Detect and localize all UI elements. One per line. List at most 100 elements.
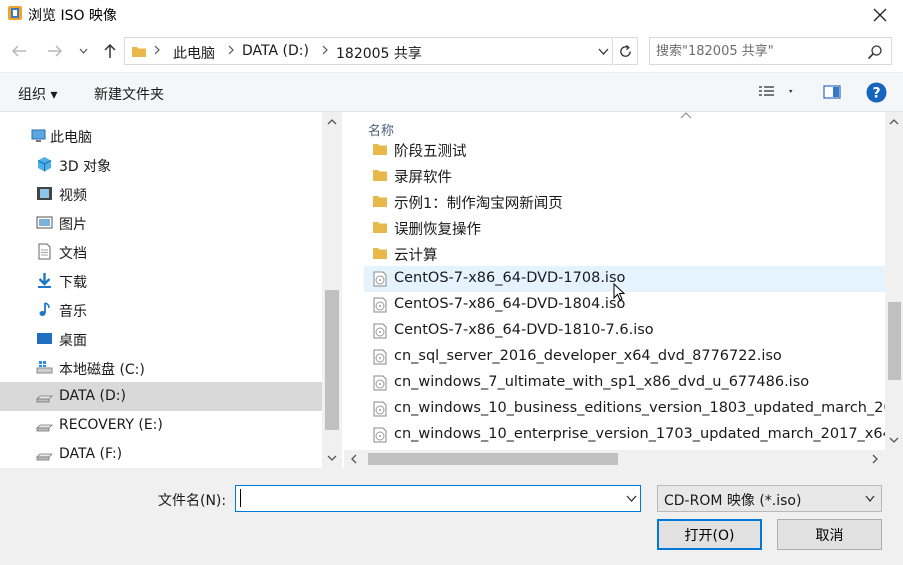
file-name: 误删恢复操作 xyxy=(394,222,481,238)
computer-icon xyxy=(31,129,46,142)
disc-image-icon xyxy=(373,375,387,391)
forward-button[interactable] xyxy=(44,40,66,62)
nav-label: 下载 xyxy=(59,275,87,291)
file-list: 名称 阶段五测试 录屏软件 示例1：制作淘宝网新闻页 误删恢复操作 云计算 Ce… xyxy=(344,112,885,450)
scroll-up-button[interactable] xyxy=(884,113,903,131)
breadcrumb-data-d[interactable]: DATA (D:) xyxy=(242,43,309,59)
open-button[interactable]: 打开(O) xyxy=(657,519,762,550)
list-item[interactable]: 云计算 xyxy=(364,240,885,266)
title-bar: 浏览 ISO 映像 xyxy=(0,0,903,30)
chevron-down-icon xyxy=(865,495,875,503)
file-type-select[interactable]: CD-ROM 映像 (*.iso) xyxy=(657,485,882,512)
search-input[interactable] xyxy=(656,41,856,61)
view-options-button[interactable] xyxy=(758,85,794,103)
list-item[interactable]: cn_windows_10_enterprise_version_1703_up… xyxy=(364,422,885,448)
list-item[interactable]: 示例1：制作淘宝网新闻页 xyxy=(364,188,885,214)
refresh-button[interactable] xyxy=(614,37,638,65)
help-icon: ? xyxy=(866,82,887,103)
up-button[interactable] xyxy=(99,40,121,62)
nav-item-desktop[interactable]: 桌面 xyxy=(0,324,322,353)
chevron-down-icon xyxy=(598,48,608,55)
chevron-right-icon xyxy=(872,454,878,464)
nav-item-this-pc[interactable]: 此电脑 xyxy=(0,121,322,150)
scroll-left-button[interactable] xyxy=(344,450,364,468)
nav-label: DATA (F:) xyxy=(59,446,123,462)
nav-item-drive-c[interactable]: 本地磁盘 (C:) xyxy=(0,353,322,382)
window-title: 浏览 ISO 映像 xyxy=(28,8,117,24)
help-button[interactable]: ? xyxy=(866,82,887,107)
organize-button[interactable]: 组织 ▾ xyxy=(18,84,57,104)
scroll-down-button[interactable] xyxy=(884,431,903,449)
file-name: cn_windows_10_enterprise_version_1703_up… xyxy=(394,426,885,442)
new-folder-button[interactable]: 新建文件夹 xyxy=(94,84,164,104)
drive-icon xyxy=(36,453,53,461)
list-item[interactable]: 录屏软件 xyxy=(364,162,885,188)
list-item[interactable]: 阶段五测试 xyxy=(364,136,885,162)
breadcrumb-this-pc[interactable]: 此电脑 xyxy=(173,43,215,63)
chevron-down-icon xyxy=(626,495,636,502)
disc-image-icon xyxy=(373,349,387,365)
folder-icon xyxy=(373,196,387,207)
nav-label: 文档 xyxy=(59,246,87,262)
nav-item-videos[interactable]: 视频 xyxy=(0,179,322,208)
file-list-vertical-scrollbar-thumb[interactable] xyxy=(888,302,901,380)
search-box[interactable] xyxy=(649,37,892,65)
arrow-right-icon xyxy=(48,45,63,57)
nav-item-pictures[interactable]: 图片 xyxy=(0,208,322,237)
app-icon xyxy=(8,6,22,20)
scroll-right-button[interactable] xyxy=(865,450,885,468)
back-button[interactable] xyxy=(8,40,30,62)
nav-item-downloads[interactable]: 下载 xyxy=(0,266,322,295)
scroll-down-button[interactable] xyxy=(322,449,342,467)
filename-input[interactable] xyxy=(240,489,610,508)
preview-pane-button[interactable] xyxy=(823,85,841,103)
chevron-right-icon xyxy=(154,45,160,55)
disc-image-icon xyxy=(373,297,387,313)
address-dropdown-button[interactable] xyxy=(592,37,614,65)
close-button[interactable] xyxy=(857,0,903,30)
breadcrumb-current-folder[interactable]: 182005 共享 xyxy=(336,43,422,63)
disc-image-icon xyxy=(373,323,387,339)
nav-item-music[interactable]: 音乐 xyxy=(0,295,322,324)
disc-image-icon xyxy=(373,401,387,417)
nav-item-drive-d[interactable]: DATA (D:) xyxy=(0,382,322,411)
list-item[interactable]: cn_sql_server_2016_developer_x64_dvd_877… xyxy=(364,344,885,370)
scrollbar-corner xyxy=(885,450,903,468)
recent-locations-button[interactable] xyxy=(76,40,90,62)
list-item[interactable]: CentOS-7-x86_64-DVD-1810-7.6.iso xyxy=(364,318,885,344)
cancel-button[interactable]: 取消 xyxy=(777,519,882,550)
file-name: cn_windows_7_ultimate_with_sp1_x86_dvd_u… xyxy=(394,374,810,390)
file-name: 云计算 xyxy=(394,248,438,264)
nav-label: 此电脑 xyxy=(50,130,92,146)
list-item[interactable]: cn_windows_10_business_editions_version_… xyxy=(364,396,885,422)
desktop-icon xyxy=(37,333,52,344)
nav-item-drive-e[interactable]: RECOVERY (E:) xyxy=(0,411,322,440)
nav-item-documents[interactable]: 文档 xyxy=(0,237,322,266)
scroll-up-button[interactable] xyxy=(322,113,342,131)
sort-ascending-icon xyxy=(680,112,692,119)
nav-item-drive-f[interactable]: DATA (F:) xyxy=(0,440,322,469)
filename-field[interactable] xyxy=(235,485,641,512)
pictures-icon xyxy=(36,216,53,229)
svg-text:?: ? xyxy=(872,86,880,102)
folder-icon xyxy=(373,144,387,155)
nav-label: 视频 xyxy=(59,188,87,204)
mouse-cursor-icon xyxy=(613,283,625,301)
file-name: CentOS-7-x86_64-DVD-1810-7.6.iso xyxy=(394,322,654,338)
file-list-horizontal-scrollbar-thumb[interactable] xyxy=(368,453,618,465)
file-list-vertical-scrollbar[interactable] xyxy=(885,112,903,450)
chevron-right-icon xyxy=(322,45,328,55)
nav-label: RECOVERY (E:) xyxy=(59,417,163,433)
nav-scrollbar-thumb[interactable] xyxy=(325,290,339,430)
chevron-down-icon xyxy=(79,48,87,54)
chevron-down-icon xyxy=(327,455,337,461)
address-bar[interactable]: 此电脑 DATA (D:) 182005 共享 xyxy=(124,37,613,65)
folder-icon xyxy=(373,170,387,181)
list-item[interactable]: 误删恢复操作 xyxy=(364,214,885,240)
list-item[interactable]: cn_windows_7_ultimate_with_sp1_x86_dvd_u… xyxy=(364,370,885,396)
filename-history-dropdown[interactable] xyxy=(622,485,640,512)
nav-label: 3D 对象 xyxy=(59,159,112,175)
nav-item-3d-objects[interactable]: 3D 对象 xyxy=(0,150,322,179)
disc-image-icon xyxy=(373,271,387,287)
music-icon xyxy=(39,302,50,316)
